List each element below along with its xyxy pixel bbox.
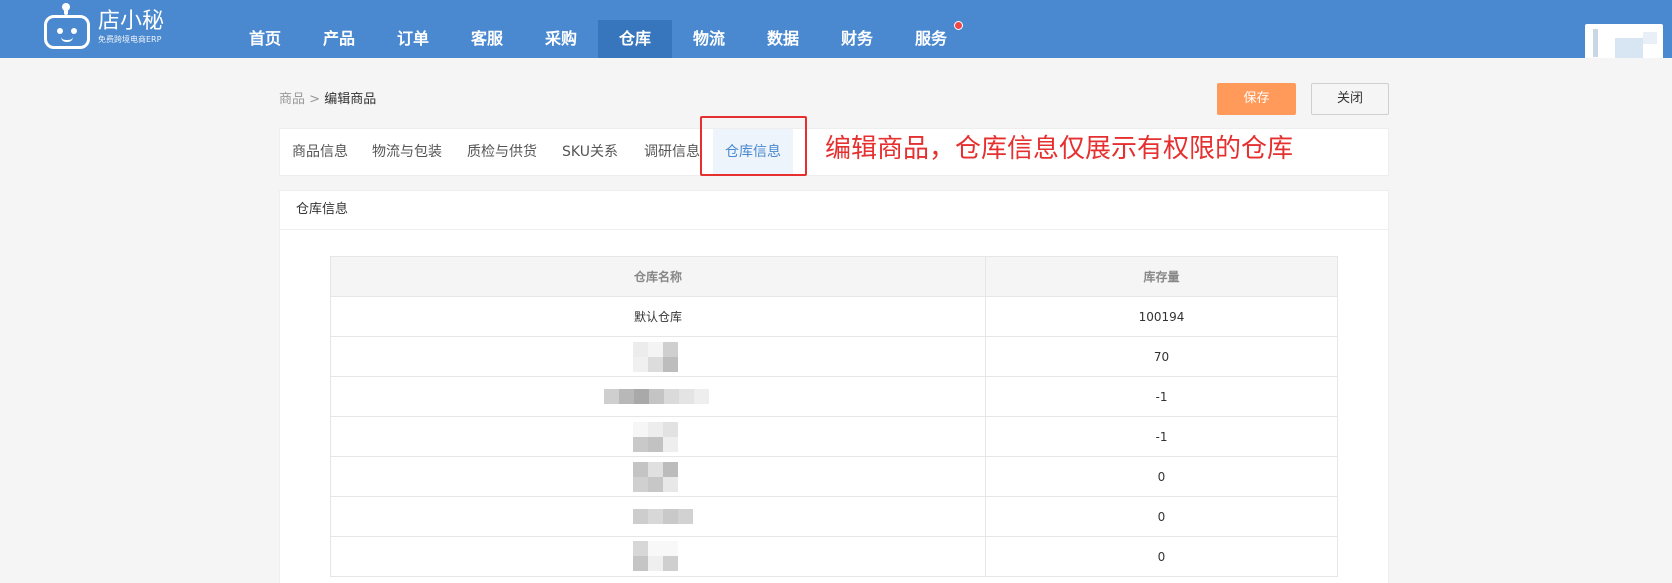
nav-item-home[interactable]: 首页 bbox=[228, 20, 302, 58]
breadcrumb-current: 编辑商品 bbox=[324, 92, 377, 107]
warehouse-name-cell-pixelated bbox=[330, 336, 986, 377]
close-button[interactable]: 关闭 bbox=[1311, 83, 1389, 115]
column-header-warehouse-name: 仓库名称 bbox=[330, 256, 986, 297]
nav-item-warehouse[interactable]: 仓库 bbox=[598, 20, 672, 58]
main-nav: 首页 产品 订单 客服 采购 仓库 物流 数据 财务 服务 bbox=[228, 20, 968, 58]
table-header-row: 仓库名称 库存量 bbox=[330, 256, 1338, 297]
table-row: 0 bbox=[330, 456, 1338, 497]
annotation-text: 编辑商品，仓库信息仅展示有权限的仓库 bbox=[825, 134, 1294, 164]
stock-cell: 0 bbox=[985, 496, 1338, 537]
warehouse-name-cell-pixelated bbox=[330, 496, 986, 537]
breadcrumb-separator: > bbox=[305, 92, 325, 107]
stock-cell: 100194 bbox=[985, 296, 1338, 337]
tab-qc-supply[interactable]: 质检与供货 bbox=[467, 129, 537, 175]
stock-cell: -1 bbox=[985, 376, 1338, 417]
save-button[interactable]: 保存 bbox=[1217, 83, 1296, 115]
pixelated-redaction bbox=[604, 389, 709, 404]
breadcrumb-root[interactable]: 商品 bbox=[279, 92, 305, 107]
stock-cell: 0 bbox=[985, 456, 1338, 497]
user-avatar[interactable] bbox=[1585, 24, 1663, 58]
table-row: 0 bbox=[330, 496, 1338, 537]
robot-logo-icon bbox=[42, 3, 92, 50]
warehouse-name-cell-pixelated bbox=[330, 416, 986, 457]
tab-warehouse-info[interactable]: 仓库信息 bbox=[713, 129, 793, 175]
tab-sku-relations[interactable]: SKU关系 bbox=[562, 129, 618, 175]
pixelated-redaction bbox=[633, 342, 678, 372]
nav-item-orders[interactable]: 订单 bbox=[376, 20, 450, 58]
warehouse-name-cell-pixelated bbox=[330, 376, 986, 417]
table-row: 0 bbox=[330, 536, 1338, 577]
tab-logistics-packaging[interactable]: 物流与包装 bbox=[372, 129, 442, 175]
notification-dot bbox=[954, 21, 963, 30]
pixelated-redaction bbox=[633, 541, 678, 571]
warehouse-info-panel: 仓库信息 仓库名称 库存量 默认仓库 100194 70 -1 -1 0 0 0 bbox=[279, 190, 1389, 583]
top-navbar: 店小秘 免费跨境电商ERP 首页 产品 订单 客服 采购 仓库 物流 数据 财务… bbox=[0, 0, 1672, 58]
pixelated-redaction bbox=[633, 462, 678, 492]
nav-item-data[interactable]: 数据 bbox=[746, 20, 820, 58]
warehouse-name-cell: 默认仓库 bbox=[330, 296, 986, 337]
nav-item-customer-service[interactable]: 客服 bbox=[450, 20, 524, 58]
stock-cell: 0 bbox=[985, 536, 1338, 577]
table-row: -1 bbox=[330, 376, 1338, 417]
app-logo[interactable]: 店小秘 免费跨境电商ERP bbox=[42, 3, 165, 50]
warehouse-name-cell-pixelated bbox=[330, 456, 986, 497]
nav-item-logistics[interactable]: 物流 bbox=[672, 20, 746, 58]
tab-research-info[interactable]: 调研信息 bbox=[644, 129, 700, 175]
divider bbox=[280, 229, 1388, 230]
warehouse-name-cell-pixelated bbox=[330, 536, 986, 577]
table-row: -1 bbox=[330, 416, 1338, 457]
nav-item-purchasing[interactable]: 采购 bbox=[524, 20, 598, 58]
warehouse-table: 仓库名称 库存量 默认仓库 100194 70 -1 -1 0 0 0 bbox=[330, 256, 1338, 577]
nav-item-products[interactable]: 产品 bbox=[302, 20, 376, 58]
logo-subtitle: 免费跨境电商ERP bbox=[98, 35, 162, 44]
breadcrumb: 商品 > 编辑商品 bbox=[279, 88, 376, 107]
logo-name: 店小秘 bbox=[98, 9, 165, 34]
pixelated-redaction bbox=[633, 509, 693, 524]
tab-product-info[interactable]: 商品信息 bbox=[292, 129, 348, 175]
table-row: 默认仓库 100194 bbox=[330, 296, 1338, 337]
pixelated-redaction bbox=[633, 422, 678, 452]
nav-item-finance[interactable]: 财务 bbox=[820, 20, 894, 58]
stock-cell: 70 bbox=[985, 336, 1338, 377]
column-header-stock: 库存量 bbox=[985, 256, 1338, 297]
panel-title: 仓库信息 bbox=[296, 202, 349, 217]
stock-cell: -1 bbox=[985, 416, 1338, 457]
table-row: 70 bbox=[330, 336, 1338, 377]
